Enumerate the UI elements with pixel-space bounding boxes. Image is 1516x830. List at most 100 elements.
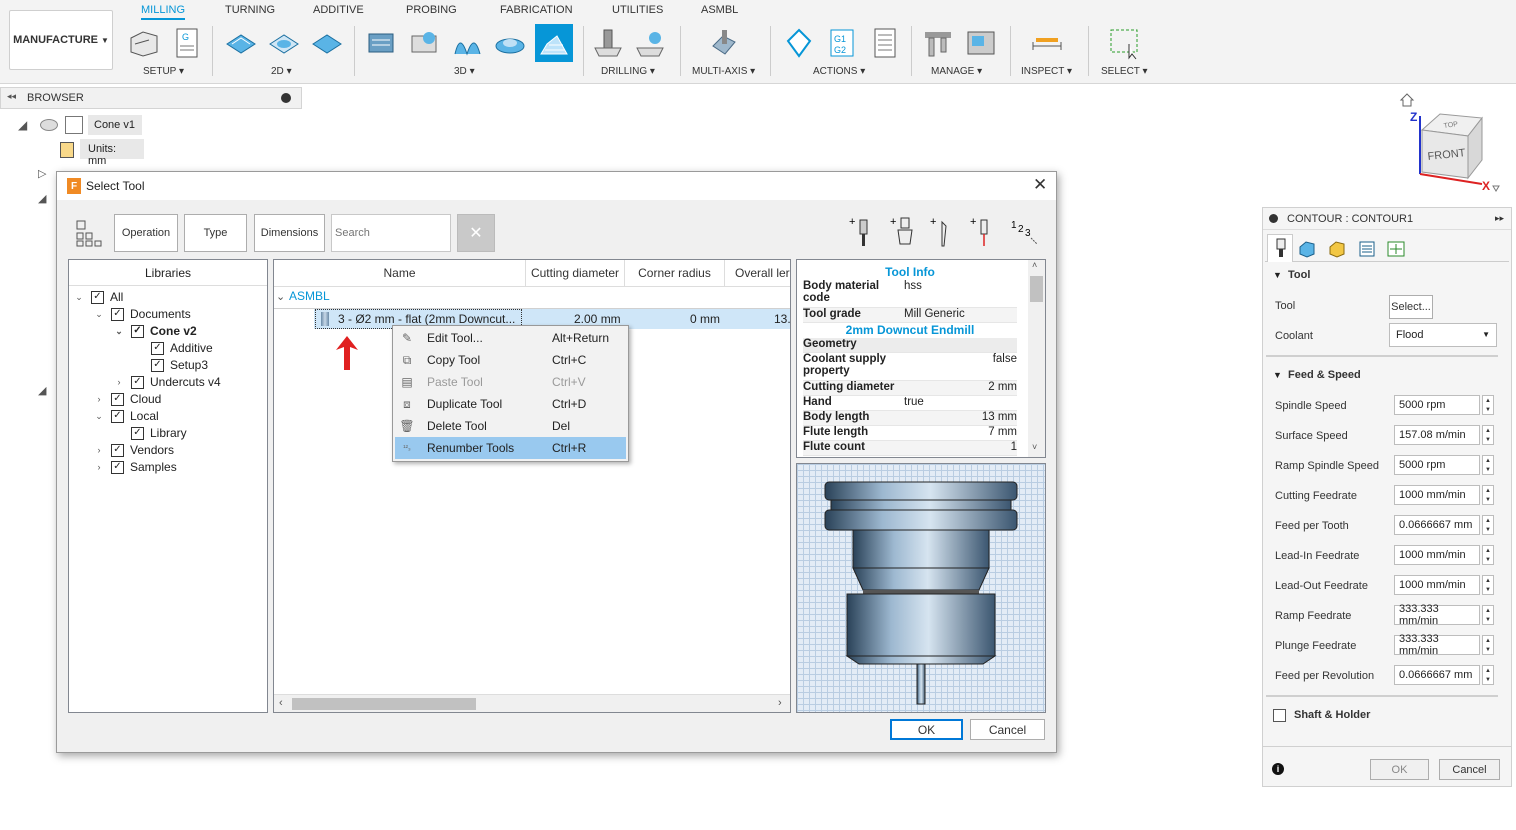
ok-button[interactable]: OK — [890, 719, 963, 740]
filter-type-button[interactable]: Type — [184, 214, 247, 252]
panel-minimize-icon[interactable] — [1269, 214, 1278, 223]
tree-collapse-icon-2[interactable]: ◢ — [38, 192, 46, 205]
lead-out-feedrate-stepper[interactable]: ▲ ▼ — [1482, 575, 1494, 595]
library-item-cone-v2[interactable]: ⌄ ✓ Cone v2 — [113, 323, 196, 339]
steep-shallow-icon[interactable] — [450, 26, 484, 60]
search-input[interactable] — [331, 214, 451, 252]
filter-operation-button[interactable]: Operation — [114, 214, 178, 252]
filter-dimensions-button[interactable]: Dimensions — [254, 214, 325, 252]
library-item-cloud[interactable]: › ✓ Cloud — [93, 391, 162, 407]
group-setup[interactable]: SETUP ▾ — [143, 66, 184, 77]
menu-item-copy-tool[interactable]: ⧉ Copy Tool Ctrl+C — [395, 349, 626, 371]
2d-adaptive-icon[interactable] — [224, 26, 258, 60]
post-process-icon[interactable]: G1G2 — [825, 26, 859, 60]
library-item-setup3[interactable]: ✓ Setup3 — [151, 357, 208, 373]
ramp-feedrate-input[interactable]: 333.333 mm/min — [1394, 603, 1480, 627]
browser-options-icon[interactable] — [281, 93, 291, 103]
panel-ok-button[interactable]: OK — [1370, 759, 1429, 780]
menu-item-delete-tool[interactable]: 🗑 Delete Tool Del — [395, 415, 626, 437]
section-tool-title[interactable]: Tool — [1288, 269, 1310, 281]
select-window-icon[interactable] — [1107, 26, 1141, 60]
cutting-feedrate-input[interactable]: 1000 mm/min — [1394, 485, 1480, 505]
3d-adaptive-icon[interactable] — [364, 26, 398, 60]
scallop-icon[interactable] — [493, 26, 527, 60]
group-select[interactable]: SELECT ▾ — [1101, 66, 1148, 77]
group-manage[interactable]: MANAGE ▾ — [931, 66, 982, 77]
browser-units-item[interactable]: Units: mm — [80, 139, 144, 167]
panel-cancel-button[interactable]: Cancel — [1439, 759, 1500, 780]
info-icon[interactable]: i — [1272, 763, 1284, 775]
library-item-documents[interactable]: ⌄ ✓ Documents — [93, 306, 190, 322]
lead-in-feedrate-stepper[interactable]: ▲ ▼ — [1482, 545, 1494, 565]
menu-item-edit-tool[interactable]: ✎ Edit Tool... Alt+Return — [395, 327, 626, 349]
new-holder-icon[interactable]: + — [890, 216, 918, 248]
machine-library-icon[interactable] — [964, 26, 998, 60]
drill-icon[interactable] — [591, 26, 625, 60]
close-icon[interactable]: ✕ — [1033, 175, 1047, 195]
hole-recognition-icon[interactable] — [633, 26, 667, 60]
menu-item-duplicate-tool[interactable]: ⧈ Duplicate Tool Ctrl+D — [395, 393, 626, 415]
browser-root-item[interactable]: Cone v1 — [88, 115, 142, 135]
2d-pocket-icon[interactable] — [267, 26, 301, 60]
ramp-spindle-speed-stepper[interactable]: ▲ ▼ — [1482, 455, 1494, 475]
spindle-speed-stepper[interactable]: ▲ ▼ — [1482, 395, 1494, 415]
new-turning-tool-icon[interactable]: + — [930, 216, 954, 248]
plunge-feedrate-input[interactable]: 333.333 mm/min — [1394, 633, 1480, 657]
feed-per-tooth-stepper[interactable]: ▲ ▼ — [1482, 515, 1494, 535]
ramp-spindle-speed-input[interactable]: 5000 rpm — [1394, 455, 1480, 475]
group-3d[interactable]: 3D ▾ — [454, 66, 475, 77]
surface-speed-stepper[interactable]: ▲ ▼ — [1482, 425, 1494, 445]
column-header-name[interactable]: Name — [274, 260, 526, 286]
tab-fabrication[interactable]: FABRICATION — [500, 4, 573, 16]
tool-library-icon[interactable] — [921, 26, 955, 60]
surface-speed-input[interactable]: 157.08 m/min — [1394, 425, 1480, 445]
home-icon[interactable] — [1399, 93, 1415, 107]
passes-tab-icon[interactable] — [1357, 239, 1377, 259]
tool-group-asmbl[interactable]: ASMBL — [289, 289, 330, 303]
setup-sheet-icon[interactable]: G — [170, 26, 204, 60]
library-item-library[interactable]: ✓ Library — [131, 425, 187, 441]
geometry-tab-icon[interactable] — [1297, 239, 1317, 259]
tab-turning[interactable]: TURNING — [225, 4, 275, 16]
tab-probing[interactable]: PROBING — [406, 4, 457, 16]
tab-asmbl[interactable]: ASMBL — [701, 4, 738, 16]
multi-axis-icon[interactable] — [707, 26, 741, 60]
ramp-feedrate-stepper[interactable]: ▲ ▼ — [1482, 605, 1494, 625]
lead-out-feedrate-input[interactable]: 1000 mm/min — [1394, 575, 1480, 595]
new-mill-tool-icon[interactable]: + — [849, 216, 873, 248]
column-header-cutting-diameter[interactable]: Cutting diameter — [526, 260, 625, 286]
library-item-local[interactable]: ⌄ ✓ Local — [93, 408, 158, 424]
group-inspect[interactable]: INSPECT ▾ — [1021, 66, 1072, 77]
section-collapse-icon-2[interactable]: ▼ — [1273, 370, 1282, 380]
library-item-additive[interactable]: ✓ Additive — [151, 340, 213, 356]
cutting-feedrate-stepper[interactable]: ▲ ▼ — [1482, 485, 1494, 505]
horizontal-scrollbar[interactable]: ‹ › — [274, 694, 790, 712]
menu-item-paste-tool[interactable]: ▤ Paste Tool Ctrl+V — [395, 371, 626, 393]
collapse-browser-icon[interactable]: ◂◂ — [7, 91, 16, 102]
library-item-all[interactable]: ⌄ ✓ All — [73, 289, 123, 305]
visibility-eye-icon[interactable] — [40, 119, 58, 131]
new-probe-icon[interactable]: + — [970, 216, 994, 248]
viewcube-menu-icon[interactable] — [1492, 185, 1500, 192]
shaft-holder-checkbox[interactable] — [1273, 709, 1286, 722]
3d-pocket-icon[interactable] — [407, 26, 441, 60]
heights-tab-icon[interactable] — [1327, 239, 1347, 259]
column-header-overall-length[interactable]: Overall ler — [725, 260, 790, 286]
lead-in-feedrate-input[interactable]: 1000 mm/min — [1394, 545, 1480, 565]
cancel-button[interactable]: Cancel — [970, 719, 1045, 740]
menu-item-renumber-tools[interactable]: ¹²₃ Renumber Tools Ctrl+R — [395, 437, 626, 459]
coolant-select[interactable]: Flood ▼ — [1389, 323, 1497, 347]
face-icon[interactable] — [310, 26, 344, 60]
library-item-samples[interactable]: › ✓ Samples — [93, 459, 177, 475]
group-drilling[interactable]: DRILLING ▾ — [601, 66, 655, 77]
simulate-icon[interactable] — [782, 26, 816, 60]
tree-expand-icon[interactable]: ▷ — [38, 167, 46, 180]
clear-search-icon[interactable]: ✕ — [457, 214, 495, 252]
library-item-undercuts-v4[interactable]: › ✓ Undercuts v4 — [113, 374, 221, 390]
feed-per-revolution-input[interactable]: 0.0666667 mm — [1394, 665, 1480, 685]
feed-per-revolution-stepper[interactable]: ▲ ▼ — [1482, 665, 1494, 685]
library-item-vendors[interactable]: › ✓ Vendors — [93, 442, 175, 458]
tool-select-button[interactable]: Select... — [1389, 295, 1433, 319]
feed-per-tooth-input[interactable]: 0.0666667 mm — [1394, 515, 1480, 535]
tree-collapse-icon[interactable]: ◢ — [18, 118, 27, 132]
